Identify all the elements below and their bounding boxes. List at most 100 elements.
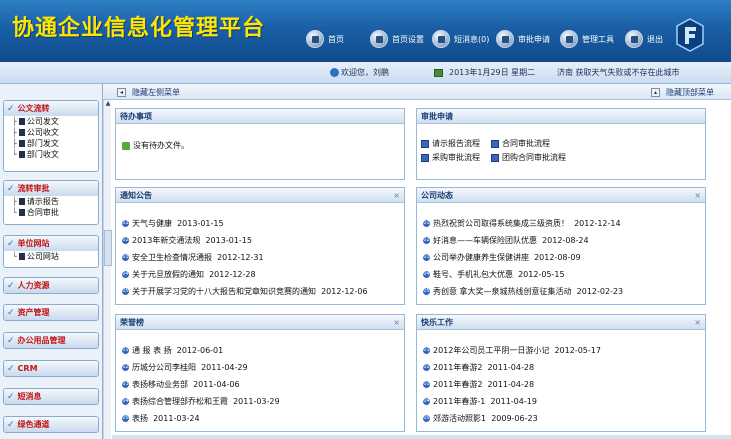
panel-notice-header: 通知公告 × [116, 188, 404, 203]
list-item[interactable]: 02 好消息——车辆保险团队优惠 2012-08-24 [423, 235, 589, 246]
sidebar-item-label: 公司网站 [26, 252, 59, 261]
nav-logout[interactable]: 退出 [625, 30, 663, 48]
sidebar-group-header[interactable]: ✓ 绿色通道 [4, 417, 98, 432]
approval-link-label: 合同审批流程 [502, 139, 550, 148]
sidebar-group-header[interactable]: ✓ 短消息 [4, 389, 98, 404]
sidebar-item-report[interactable]: ├ 请示报告 [4, 196, 98, 207]
list-item[interactable]: 03 安全卫生检查情况通报 2012-12-31 [122, 252, 264, 263]
sidebar-group-header[interactable]: ✓ 流转审批 [4, 181, 98, 196]
list-item-date: 2012-08-09 [534, 253, 581, 262]
close-icon[interactable]: × [393, 188, 400, 203]
panel-todo-title: 待办事项 [116, 109, 404, 124]
bullet-icon: 03 [122, 381, 129, 388]
sidebar-group-assets[interactable]: ✓ 资产管理 [3, 304, 99, 321]
sidebar-item-contract[interactable]: └ 合同审批 [4, 207, 98, 218]
list-item[interactable]: 03 2011年春游2 2011-04-28 [423, 379, 534, 390]
sidebar-item-company-incoming[interactable]: ├ 公司收文 [4, 127, 98, 138]
check-icon: ✓ [7, 103, 15, 114]
sidebar-splitter-scrollbar[interactable]: ▲ [103, 100, 112, 439]
sidebar-group-approval: ✓ 流转审批 ├ 请示报告 └ 合同审批 [3, 180, 99, 225]
panel-honor: 荣誉榜 × 01 通 报 表 扬 2012-06-01 02 历城分公司李桂阳 201… [115, 314, 405, 432]
nav-logout-label: 退出 [647, 34, 663, 44]
close-icon[interactable]: × [694, 188, 701, 203]
list-item[interactable]: 04 2011年春游-1 2011-04-19 [423, 396, 537, 407]
nav-messages[interactable]: 短消息(0) [432, 30, 489, 48]
list-item-date: 2013-01-15 [177, 219, 224, 228]
list-item[interactable]: 04 关于元旦放假的通知 2012-12-28 [122, 269, 256, 280]
header: 协通企业信息化管理平台 首页 首页设置 短消息(0) 审批申请 管理工具 退出 [0, 0, 731, 62]
approval-link-contract[interactable]: 合同审批流程 [491, 138, 550, 149]
list-item[interactable]: 05 关于开展学习党的十八大报告和党章知识竞赛的通知 2012-12-06 [122, 286, 368, 297]
list-item[interactable]: 03 表扬移动业务部 2011-04-06 [122, 379, 240, 390]
nav-home-settings-label: 首页设置 [392, 34, 424, 44]
scroll-up-icon[interactable]: ▲ [104, 100, 112, 108]
list-item-date: 2012-12-14 [574, 219, 621, 228]
list-item-text: 表扬移动业务部 [132, 380, 188, 389]
list-item[interactable]: 04 鞋号、手机礼包大优惠 2012-05-15 [423, 269, 565, 280]
scroll-thumb[interactable] [104, 230, 112, 266]
list-item[interactable]: 02 2013年新交通法规 2013-01-15 [122, 235, 252, 246]
list-item[interactable]: 04 表扬综合管理部乔松和王霞 2011-03-29 [122, 396, 280, 407]
list-item[interactable]: 02 历城分公司李桂阳 2011-04-29 [122, 362, 248, 373]
list-item[interactable]: 02 2011年春游2 2011-04-28 [423, 362, 534, 373]
sidebar-group-header[interactable]: ✓ 资产管理 [4, 305, 98, 320]
welcome-text: 欢迎您，刘鹏 [330, 67, 389, 78]
book-icon [18, 209, 25, 216]
hide-top-menu-button[interactable]: ▴ 隐藏顶部菜单 [651, 87, 714, 98]
nav-home-settings[interactable]: 首页设置 [370, 30, 424, 48]
list-item-date: 2012-02-23 [576, 287, 624, 296]
sidebar-item-dept-outgoing[interactable]: ├ 部门发文 [4, 138, 98, 149]
panel-notice-title: 通知公告 [120, 191, 152, 200]
approval-link-report[interactable]: 请示报告流程 [421, 138, 480, 149]
approval-link-purchase[interactable]: 采购审批流程 [421, 152, 480, 163]
bullet-icon: 04 [423, 398, 430, 405]
panel-approval: 审批申请 请示报告流程 合同审批流程 采购审批流程 团购合同审批流程 [416, 108, 706, 180]
close-icon[interactable]: × [393, 315, 400, 330]
book-icon [18, 129, 25, 136]
sidebar-group-header[interactable]: ✓ 人力资源 [4, 278, 98, 293]
form-icon [491, 153, 499, 162]
bullet-icon: 01 [122, 220, 129, 227]
sidebar-group-header[interactable]: ✓ CRM [4, 361, 98, 376]
date-label: 2013年1月29日 星期二 [449, 68, 536, 77]
sidebar-group-header[interactable]: ✓ 办公用品管理 [4, 333, 98, 348]
sidebar-group-header[interactable]: ✓ 公文流转 [4, 101, 98, 116]
hide-left-menu-button[interactable]: ◂ 隐藏左侧菜单 [117, 87, 180, 98]
sidebar-item-dept-incoming[interactable]: └ 部门收文 [4, 149, 98, 160]
nav-approval[interactable]: 审批申请 [496, 30, 550, 48]
sidebar-item-company-outgoing[interactable]: ├ 公司发文 [4, 116, 98, 127]
list-item[interactable]: 01 2012年公司员工平阴一日游小记 2012-05-17 [423, 345, 601, 356]
bullet-icon: 01 [423, 220, 430, 227]
panel-happy-title: 快乐工作 [421, 318, 453, 327]
sidebar-group-crm[interactable]: ✓ CRM [3, 360, 99, 377]
tree-line-icon: ├ [12, 197, 17, 206]
bottom-scrollbar[interactable] [112, 435, 731, 439]
sidebar-group-messages[interactable]: ✓ 短消息 [3, 388, 99, 405]
list-item-date: 2011-04-29 [201, 363, 248, 372]
list-item-date: 2012-08-24 [542, 236, 589, 245]
bullet-icon: 05 [423, 415, 430, 422]
list-item-text: 鞋号、手机礼包大优惠 [433, 270, 513, 279]
hide-left-menu-label: 隐藏左侧菜单 [132, 88, 180, 97]
list-item[interactable]: 05 秀创意 拿大奖—泉城热线创意征集活动 2012-02-23 [423, 286, 623, 297]
list-item[interactable]: 03 公司举办健康养生保健讲座 2012-08-09 [423, 252, 581, 263]
sidebar-group-green-channel[interactable]: ✓ 绿色通道 [3, 416, 99, 433]
close-icon[interactable]: × [694, 315, 701, 330]
todo-empty: 没有待办文件。 [122, 140, 189, 151]
nav-home[interactable]: 首页 [306, 30, 344, 48]
list-item[interactable]: 05 表扬 2011-03-24 [122, 413, 200, 424]
sidebar-group-hr[interactable]: ✓ 人力资源 [3, 277, 99, 294]
sidebar-group-title: 公文流转 [17, 104, 50, 113]
sidebar-group-header[interactable]: ✓ 单位网站 [4, 236, 98, 251]
sidebar-item-company-site[interactable]: └ 公司网站 [4, 251, 98, 262]
list-item[interactable]: 01 通 报 表 扬 2012-06-01 [122, 345, 223, 356]
list-item[interactable]: 01 热烈祝贺公司取得系统集成三级资质！ 2012-12-14 [423, 218, 621, 229]
approval-link-group-contract[interactable]: 团购合同审批流程 [491, 152, 566, 163]
nav-tools[interactable]: 管理工具 [560, 30, 614, 48]
list-item[interactable]: 01 天气与健康 2013-01-15 [122, 218, 224, 229]
nav-tools-label: 管理工具 [582, 34, 614, 44]
sidebar-group-office-supplies[interactable]: ✓ 办公用品管理 [3, 332, 99, 349]
book-icon [18, 253, 25, 260]
list-item[interactable]: 05 郊游活动照影1 2009-06-23 [423, 413, 538, 424]
list-item-text: 秀创意 拿大奖—泉城热线创意征集活动 [433, 287, 572, 296]
